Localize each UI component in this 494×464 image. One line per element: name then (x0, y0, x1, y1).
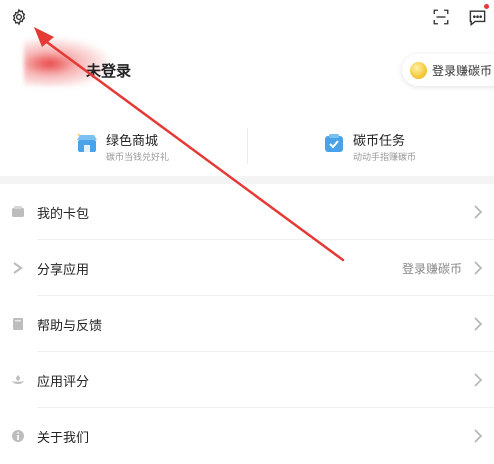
menu-item-help-feedback[interactable]: 帮助与反馈 (0, 296, 494, 352)
help-icon (11, 316, 25, 330)
section-separator (0, 176, 494, 184)
feature-green-mall[interactable]: 绿色商城 碳币当钱兑好礼 (76, 128, 226, 168)
login-earn-button[interactable]: 登录赚碳币 (402, 54, 494, 86)
scan-icon[interactable] (430, 6, 452, 28)
menu-item-label: 应用评分 (37, 375, 90, 390)
coin-icon (410, 61, 427, 79)
menu-item-label: 帮助与反馈 (37, 319, 103, 334)
task-icon (323, 132, 345, 154)
feature-title: 绿色商城 (106, 134, 159, 149)
login-earn-label: 登录赚碳币 (432, 63, 493, 78)
chevron-right-icon (472, 260, 484, 275)
menu-item-card-wallet[interactable]: 我的卡包 (0, 184, 494, 240)
chevron-right-icon (472, 204, 484, 219)
feature-title: 碳币任务 (353, 134, 406, 149)
chevron-right-icon (472, 316, 484, 331)
menu-item-label: 我的卡包 (37, 207, 90, 222)
chevron-right-icon (472, 428, 484, 443)
feature-subtitle: 动动手指赚碳币 (353, 153, 417, 163)
menu-item-label: 关于我们 (37, 431, 90, 446)
feature-subtitle: 碳币当钱兑好礼 (106, 153, 170, 163)
menu-item-about-us[interactable]: 关于我们 (0, 408, 494, 464)
rate-icon (11, 372, 25, 386)
menu-item-rate-app[interactable]: 应用评分 (0, 352, 494, 408)
menu-item-hint: 登录赚碳币 (401, 262, 462, 276)
notification-dot (484, 4, 489, 9)
chevron-right-icon (472, 372, 484, 387)
gear-icon[interactable] (8, 6, 30, 28)
info-icon (11, 428, 25, 442)
menu-item-share-app[interactable]: 分享应用 登录赚碳币 (0, 240, 494, 296)
shop-icon (76, 132, 98, 154)
feature-divider (247, 128, 248, 164)
feature-coin-tasks[interactable]: 碳币任务 动动手指赚碳币 (323, 128, 473, 168)
message-icon[interactable] (466, 4, 489, 28)
share-icon (11, 260, 25, 274)
wallet-icon (11, 204, 25, 218)
login-title[interactable]: 未登录 (86, 60, 131, 81)
menu-item-label: 分享应用 (37, 263, 90, 278)
